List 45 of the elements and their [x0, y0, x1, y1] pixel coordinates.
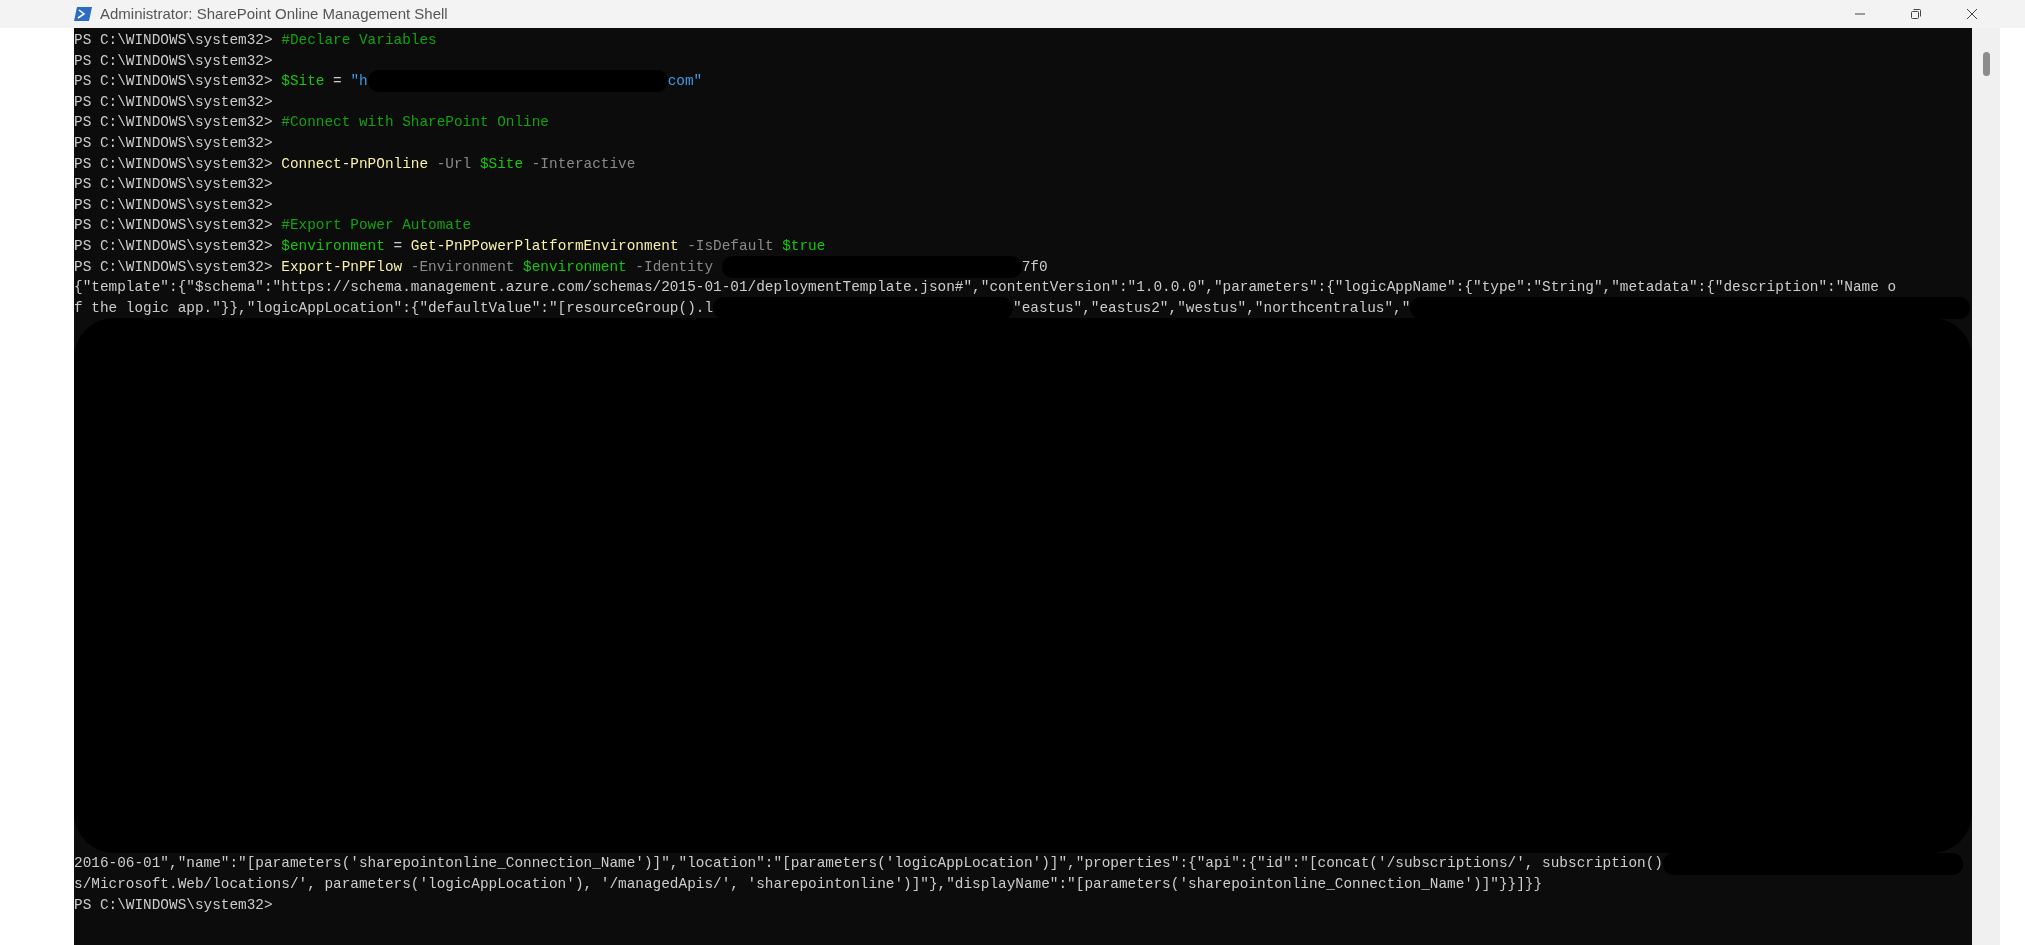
variable-text: $Site [281, 73, 325, 90]
scrollbar-thumb[interactable] [1982, 52, 1990, 76]
output-text: s/Microsoft.Web/locations/', parameters('logicAppLocation'), '/managedApis/', 'sharepointonline')]"},"displayName":"[parameters('sharepointonline_Connection_Name')]"}}]}} [74, 875, 1543, 892]
prompt-text: PS C:\WINDOWS\system32> [74, 114, 274, 131]
prompt-text: PS C:\WINDOWS\system32> [74, 32, 274, 48]
output-text: 2016-06-01","name":"[parameters('sharepointonline_Connection_Name')]","location":"[parameters('logicAppLocation')]","properties":{"api":{"id":"[concat('/subscriptions/', subscription() [74, 855, 1663, 872]
restore-icon [1910, 8, 1922, 20]
prompt-text: PS C:\WINDOWS\system32> [74, 896, 274, 913]
prompt-text: PS C:\WINDOWS\system32> [74, 93, 274, 110]
comment-text: #Connect with SharePoint Online [281, 114, 549, 131]
scrollbar[interactable] [1972, 28, 2000, 945]
prompt-text: PS C:\WINDOWS\system32> [74, 155, 274, 172]
parameter-text: -Environment [409, 258, 516, 275]
comment-text: #Declare Variables [281, 32, 437, 48]
window-title: Administrator: SharePoint Online Management Shell [100, 3, 448, 24]
prompt-text: PS C:\WINDOWS\system32> [74, 196, 274, 213]
output-text: f the logic app."}},"logicAppLocation":{"defaultValue":"[resourceGroup().l [74, 299, 714, 316]
prompt-text: PS C:\WINDOWS\system32> [74, 258, 274, 275]
prompt-text: PS C:\WINDOWS\system32> [74, 217, 274, 234]
prompt-text: PS C:\WINDOWS\system32> [74, 73, 274, 90]
parameter-text: -Identity [634, 258, 715, 275]
output-text: = [392, 237, 404, 254]
output-text: {"template":{"$schema":"https://schema.management.azure.com/schemas/2015-01-01/deploymentTemplate.json#","contentVersion":"1.0.0.0","parameters":{"logicAppName":{"type":"String","metadata":{"description":"Name o [74, 279, 1897, 296]
variable-text: $environment [281, 237, 385, 254]
parameter-text: -IsDefault [686, 237, 775, 254]
close-icon [1966, 8, 1978, 20]
command-text: Get-PnPPowerPlatformEnvironment [410, 237, 679, 254]
string-text: com" [667, 73, 703, 90]
command-text: Export-PnPFlow [281, 258, 403, 275]
output-text: "eastus","eastus2","westus","northcentralus"," [1013, 299, 1411, 316]
comment-text: #Export Power Automate [281, 217, 472, 234]
output-text: = [332, 73, 343, 90]
parameter-text: -Url [435, 155, 473, 172]
output-text: 7f0 [1021, 258, 1048, 275]
parameter-text: -Interactive [530, 155, 636, 172]
command-text: Connect-PnPOnline [281, 155, 429, 172]
prompt-text: PS C:\WINDOWS\system32> [74, 176, 274, 193]
terminal-icon [74, 7, 92, 21]
variable-text: $true [782, 237, 826, 254]
variable-text: $environment [523, 258, 627, 275]
variable-text: $Site [479, 155, 524, 172]
prompt-text: PS C:\WINDOWS\system32> [74, 237, 274, 254]
string-text: "h [350, 73, 368, 90]
prompt-text: PS C:\WINDOWS\system32> [74, 134, 274, 151]
prompt-text: PS C:\WINDOWS\system32> [74, 52, 274, 69]
